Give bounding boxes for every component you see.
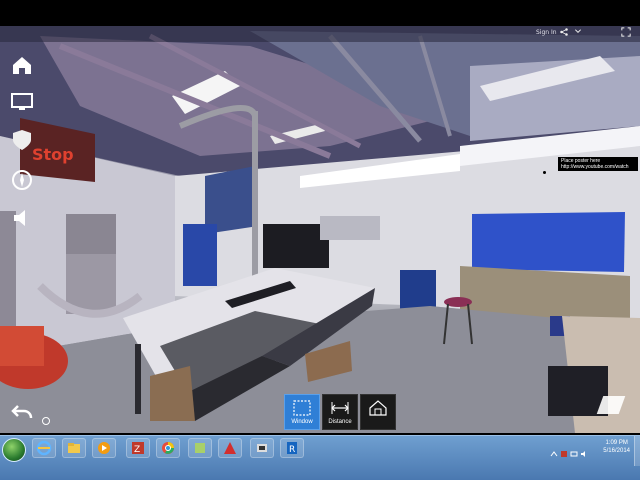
top-letterbox: [0, 0, 640, 26]
panorama-viewer[interactable]: Stop Sign In Place poster here http://ww…: [0, 26, 640, 433]
filezilla-taskbar-icon[interactable]: Z: [126, 438, 150, 458]
ie-taskbar-icon[interactable]: [32, 438, 56, 458]
network-icon[interactable]: [570, 443, 578, 457]
media-player-taskbar-icon[interactable]: [92, 438, 116, 458]
system-tray: 1:09 PM 5/16/2014: [550, 436, 640, 466]
distance-icon: [331, 402, 349, 414]
window-tool-button[interactable]: Window: [284, 394, 320, 430]
show-desktop-button[interactable]: [634, 436, 640, 466]
home-icon[interactable]: [8, 51, 36, 79]
clock-date: 5/16/2014: [603, 448, 630, 454]
annotation-line-2[interactable]: http://www.youtube.com/watch: [561, 164, 635, 170]
start-button[interactable]: [2, 438, 26, 462]
autodesk-taskbar-icon[interactable]: [218, 438, 242, 458]
fullscreen-icon[interactable]: [620, 27, 632, 39]
workshop-panorama: Stop: [0, 26, 640, 433]
dollhouse-tool-button[interactable]: [360, 394, 396, 430]
taskbar: Z R 1:09 PM 5/16/2014: [0, 435, 640, 480]
tray-app-icon[interactable]: [560, 443, 568, 457]
distance-tool-label: Distance: [328, 419, 352, 425]
window-icon: [293, 400, 311, 416]
window-tool-label: Window: [291, 419, 313, 425]
compass-icon[interactable]: [8, 166, 36, 194]
clock-time: 1:09 PM: [605, 440, 628, 446]
tray-expand-icon[interactable]: [550, 443, 558, 457]
share-icon[interactable]: [558, 27, 570, 39]
system-clock[interactable]: 1:09 PM 5/16/2014: [603, 439, 630, 455]
annotation-label[interactable]: Place poster here http://www.youtube.com…: [558, 157, 638, 171]
monitor-icon[interactable]: [8, 88, 36, 116]
dollhouse-icon: [369, 400, 387, 416]
explorer-taskbar-icon[interactable]: [62, 438, 86, 458]
undo-icon[interactable]: [8, 398, 36, 426]
revit-taskbar-icon[interactable]: R: [280, 438, 304, 458]
wall-sign-text: Stop: [32, 145, 74, 164]
sign-in-link[interactable]: Sign In: [536, 29, 557, 36]
svg-text:R: R: [289, 445, 295, 455]
svg-text:Z: Z: [134, 445, 140, 455]
speaker-icon[interactable]: [8, 204, 36, 232]
settings-icon[interactable]: [42, 417, 50, 425]
chevron-down-icon[interactable]: [572, 27, 584, 39]
notes-taskbar-icon[interactable]: [188, 438, 212, 458]
distance-tool-button[interactable]: Distance: [322, 394, 358, 430]
chrome-taskbar-icon[interactable]: [156, 438, 180, 458]
volume-icon[interactable]: [580, 443, 588, 457]
shield-icon[interactable]: [8, 126, 36, 154]
app-taskbar-icon[interactable]: [250, 438, 274, 458]
annotation-marker[interactable]: [543, 171, 546, 174]
